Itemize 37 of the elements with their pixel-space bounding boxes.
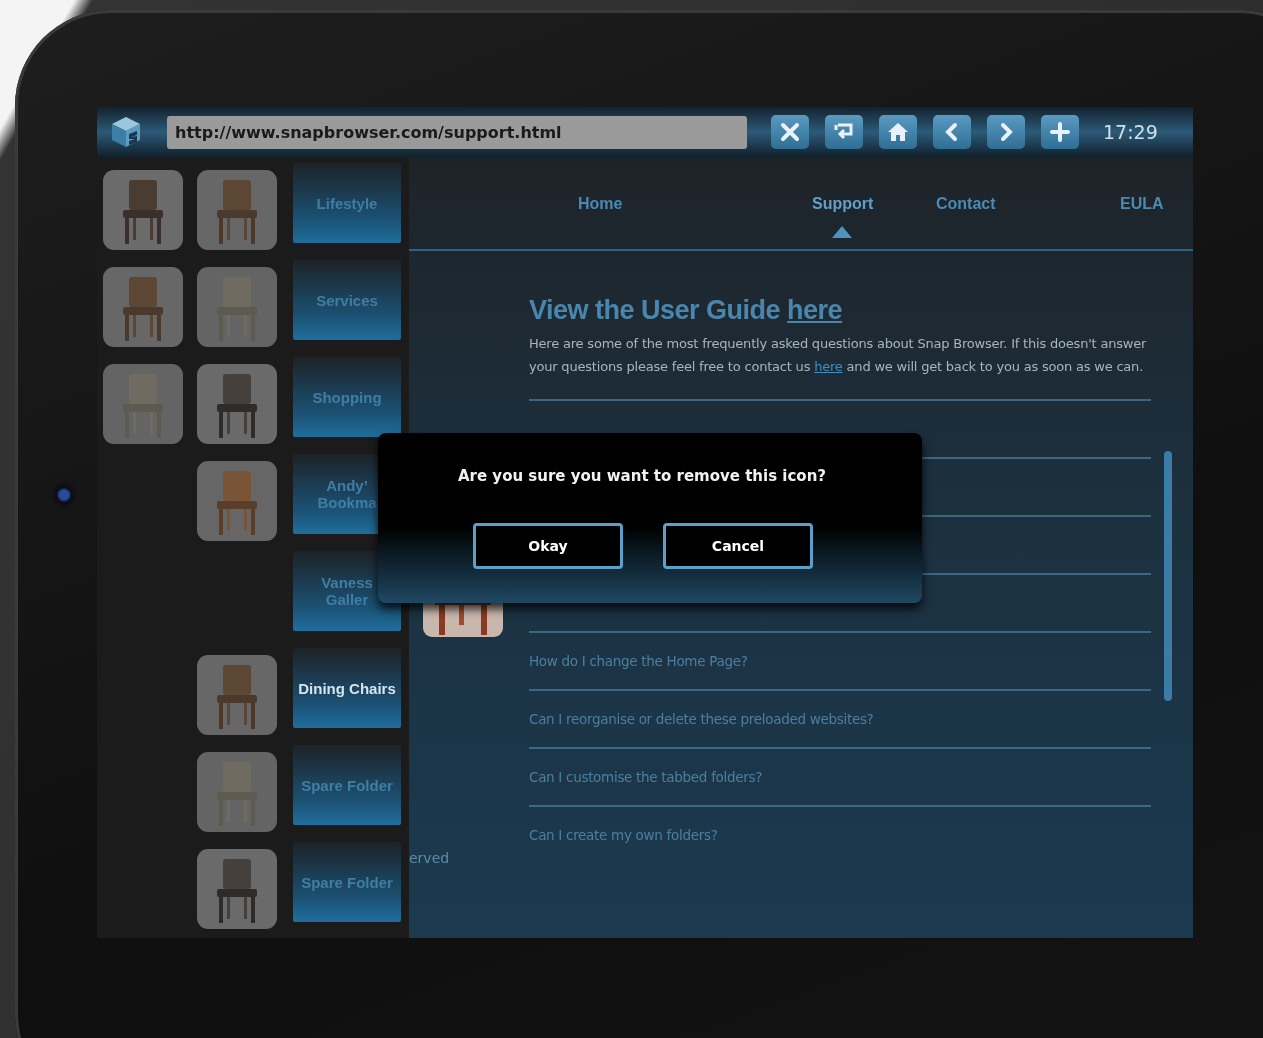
folder-tab[interactable]: Spare Folder (293, 842, 401, 922)
dialog-button[interactable]: Okay (473, 523, 623, 569)
plus-icon (1048, 120, 1072, 144)
nav-link[interactable]: Support (812, 194, 874, 212)
folder-tab[interactable]: Dining Chairs (293, 648, 401, 728)
clock-time: 17:29 (1103, 121, 1158, 143)
page-heading: View the User Guide here (529, 295, 844, 326)
nav-link[interactable]: EULA (1120, 194, 1164, 212)
close-icon (778, 120, 802, 144)
faq-question[interactable]: Can I reorganise or delete these preloaded websites? (529, 711, 874, 727)
faq-question[interactable]: Can I customise the tabbed folders? (529, 769, 763, 785)
folder-tab[interactable]: Spare Folder (293, 745, 401, 825)
home-icon (886, 120, 910, 144)
dialog-message: Are you sure you want to remove this icon? (456, 467, 828, 485)
dialog-button[interactable]: Cancel (663, 523, 813, 569)
camera-icon (51, 482, 77, 508)
folder-tab[interactable]: Shopping (293, 357, 401, 437)
pointer-icon (832, 225, 852, 238)
home-button[interactable] (879, 115, 917, 149)
scrollbar[interactable] (1164, 451, 1172, 701)
faq-question[interactable]: Can I create my own folders? (529, 827, 718, 843)
faq-question[interactable]: How do I change the Home Page? (529, 653, 748, 669)
user-guide-link[interactable]: here (787, 295, 843, 325)
address-field[interactable]: http://www.snapbrowser.com/support.html (167, 115, 747, 149)
folder-tab[interactable]: Services (293, 260, 401, 340)
nav-link[interactable]: Home (578, 194, 623, 212)
footer-text: erved (409, 850, 450, 866)
cube-logo-icon (109, 115, 143, 149)
nav-link[interactable]: Contact (936, 194, 996, 212)
forward-button[interactable] (987, 115, 1025, 149)
folder-tab[interactable]: Lifestyle (293, 163, 401, 243)
intro-text: Here are some of the most frequently asked questions about Snap Browser. If this doesn't answer your questions please feel free to contact us here and we will get back to you as soon as we can. (529, 335, 1148, 376)
back-button[interactable] (933, 115, 971, 149)
inline-link[interactable]: here (814, 359, 843, 374)
close-button[interactable] (771, 115, 809, 149)
return-button[interactable] (825, 115, 863, 149)
add-button[interactable] (1041, 115, 1079, 149)
